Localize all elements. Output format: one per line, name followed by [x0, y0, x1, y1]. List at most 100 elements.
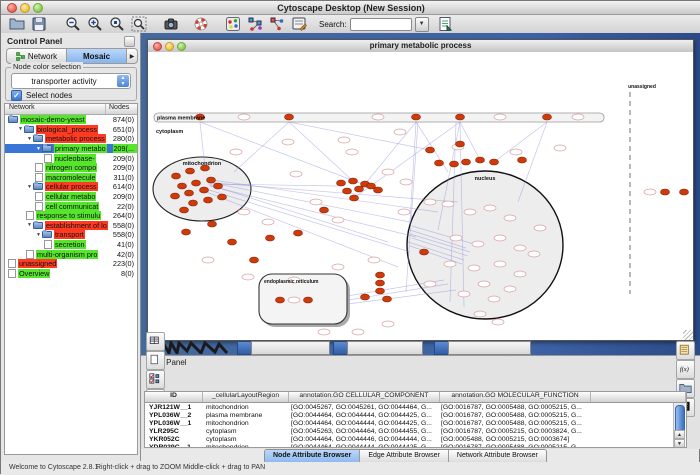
zoom-in-icon[interactable]: [87, 16, 103, 32]
import-network-icon[interactable]: [437, 16, 453, 32]
selected-gene-node[interactable]: [218, 194, 227, 200]
search-input[interactable]: [350, 18, 412, 31]
selected-gene-node[interactable]: [412, 114, 421, 120]
minimized-window-fragment[interactable]: [251, 341, 330, 355]
gene-node[interactable]: [318, 329, 330, 335]
selected-gene-node[interactable]: [355, 186, 364, 192]
selected-gene-node[interactable]: [420, 249, 429, 255]
network-view-window[interactable]: primary metabolic process plasma membran…: [147, 39, 694, 341]
selected-gene-node[interactable]: [207, 177, 216, 183]
selected-gene-node[interactable]: [456, 114, 465, 120]
selected-gene-node[interactable]: [518, 157, 527, 163]
selected-gene-node[interactable]: [189, 200, 198, 206]
selected-gene-node[interactable]: [228, 239, 237, 245]
tab-mosaic[interactable]: Mosaic: [67, 49, 127, 63]
selected-gene-node[interactable]: [361, 294, 370, 300]
tree-column-network[interactable]: Network: [5, 104, 106, 114]
gene-node[interactable]: [494, 261, 506, 267]
selected-gene-node[interactable]: [476, 157, 485, 163]
gene-node[interactable]: [478, 281, 490, 287]
selected-gene-node[interactable]: [185, 190, 194, 196]
network-layout-icon-1[interactable]: [247, 16, 263, 32]
selected-gene-node[interactable]: [285, 114, 294, 120]
selected-gene-node[interactable]: [304, 297, 313, 303]
gene-node[interactable]: [494, 114, 506, 120]
network-tree-item[interactable]: nucleobase-209(0): [5, 153, 137, 163]
selected-gene-node[interactable]: [172, 173, 181, 179]
select-nodes-checkbox[interactable]: ✓: [11, 90, 22, 101]
gene-node[interactable]: [332, 264, 344, 270]
gene-node[interactable]: [382, 321, 394, 327]
selected-gene-node[interactable]: [450, 161, 459, 167]
scrollbar-thumb[interactable]: [675, 405, 685, 433]
search-dropdown-arrow[interactable]: ▼: [415, 17, 429, 32]
selected-gene-node[interactable]: [180, 207, 189, 213]
nucleus-region[interactable]: [407, 171, 563, 319]
tree-expand-arrow[interactable]: ▼: [26, 184, 33, 190]
selected-gene-node[interactable]: [376, 272, 385, 278]
gene-node[interactable]: [504, 286, 516, 292]
selected-gene-node[interactable]: [204, 197, 213, 203]
gene-node[interactable]: [514, 245, 526, 251]
network-tree-item[interactable]: mosaic-demo-yeast874(0): [5, 115, 137, 125]
float-panel-icon[interactable]: [124, 36, 135, 47]
selected-gene-node[interactable]: [426, 147, 435, 153]
selected-gene-node[interactable]: [192, 180, 201, 186]
selected-gene-node[interactable]: [214, 183, 223, 189]
gene-node[interactable]: [394, 129, 406, 135]
network-tree-item[interactable]: ▼primary metabo209(...: [5, 144, 137, 154]
gene-node[interactable]: [464, 209, 476, 215]
open-session-icon[interactable]: [9, 16, 25, 32]
minimized-window-fragment[interactable]: [347, 341, 423, 355]
network-tree-item[interactable]: response to stimulu264(0): [5, 211, 137, 221]
tree-expand-arrow[interactable]: ▼: [17, 126, 24, 132]
tree-expand-arrow[interactable]: ▼: [35, 232, 42, 238]
network-tree-item[interactable]: unassigned223(0): [5, 259, 137, 269]
gene-node[interactable]: [450, 235, 462, 241]
table-row[interactable]: YPL036W__1mitochondrion[GO:0044464, GO:0…: [145, 419, 686, 427]
selected-gene-node[interactable]: [182, 229, 191, 235]
vizmapper-icon[interactable]: [225, 16, 241, 32]
resize-grip[interactable]: [683, 330, 693, 340]
selected-gene-node[interactable]: [376, 280, 385, 286]
gene-node[interactable]: [338, 137, 350, 143]
gene-node[interactable]: [310, 199, 322, 205]
network-edge[interactable]: [289, 122, 430, 150]
gene-node[interactable]: [424, 199, 436, 205]
network-tree-item[interactable]: ▼biological_process651(0): [5, 125, 137, 135]
network-tree-item[interactable]: Overview8(0): [5, 269, 137, 279]
network-tree-item[interactable]: nitrogen compo209(0): [5, 163, 137, 173]
table-row[interactable]: YDR039C__1mitochondrion[GO:0044464, GO:0…: [145, 443, 686, 448]
gene-node[interactable]: [242, 274, 254, 280]
network-tree-item[interactable]: ▼metabolic process280(0): [5, 134, 137, 144]
zoom-selected-icon[interactable]: [109, 16, 125, 32]
table-column-header[interactable]: _cellularLayoutRegion: [203, 392, 289, 402]
minimized-window-fragment[interactable]: [157, 341, 229, 354]
gene-node[interactable]: [424, 281, 436, 287]
gene-node[interactable]: [262, 219, 274, 225]
network-layout-icon-2[interactable]: [269, 16, 285, 32]
gene-node[interactable]: [282, 139, 294, 145]
scroll-down-button[interactable]: ▼: [674, 439, 685, 448]
tree-column-nodes[interactable]: Nodes: [106, 104, 137, 114]
gene-node[interactable]: [332, 217, 344, 223]
table-scrollbar[interactable]: ▲ ▼: [673, 403, 685, 448]
network-edge[interactable]: [410, 122, 416, 222]
selected-gene-node[interactable]: [250, 257, 259, 263]
help-lifesaver-icon[interactable]: [193, 16, 209, 32]
selected-gene-node[interactable]: [376, 288, 385, 294]
selected-gene-node[interactable]: [456, 141, 465, 147]
gene-node[interactable]: [554, 145, 566, 151]
selected-gene-node[interactable]: [543, 114, 552, 120]
network-tree-item[interactable]: cell communicat22(0): [5, 201, 137, 211]
selected-gene-node[interactable]: [294, 230, 303, 236]
selected-gene-node[interactable]: [661, 189, 670, 195]
network-tree-item[interactable]: ▼establishment of lo558(0): [5, 221, 137, 231]
node-color-dropdown[interactable]: transporter activity ▲▼: [11, 73, 131, 89]
network-edge[interactable]: [234, 122, 289, 172]
network-tree-item[interactable]: ▼transport558(0): [5, 230, 137, 240]
zoom-out-icon[interactable]: [65, 16, 81, 32]
network-tree-item[interactable]: secretion41(0): [5, 240, 137, 250]
attribute-select-icon[interactable]: [146, 332, 165, 351]
selected-gene-node[interactable]: [200, 187, 209, 193]
